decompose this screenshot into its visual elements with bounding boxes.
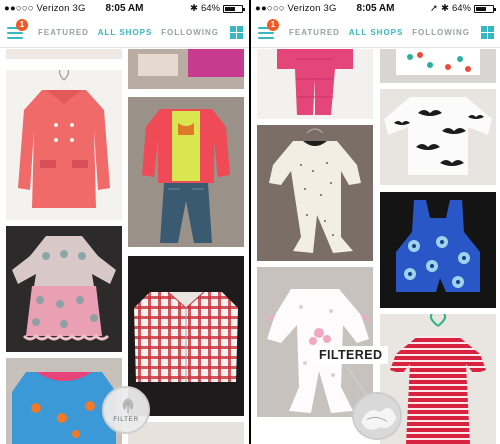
product-tile[interactable] bbox=[380, 49, 496, 83]
product-feed[interactable] bbox=[251, 49, 500, 444]
navbar: 1 FEATURED ALL SHOPS FOLLOWING bbox=[251, 18, 500, 48]
filtered-callout: FILTERED bbox=[313, 346, 389, 364]
grid-view-icon[interactable] bbox=[481, 26, 494, 39]
filter-thumbnail-image bbox=[354, 394, 400, 438]
tab-bar: FEATURED ALL SHOPS FOLLOWING bbox=[289, 28, 470, 37]
battery-fill bbox=[225, 6, 236, 11]
tab-all-shops[interactable]: ALL SHOPS bbox=[349, 28, 404, 37]
battery-percent: 64% bbox=[451, 3, 471, 14]
product-tile[interactable] bbox=[6, 49, 122, 59]
status-bar: ●●○○○ Verizon 3G 8:05 AM ➚ ✱ 64% bbox=[251, 0, 500, 18]
product-tile[interactable] bbox=[257, 267, 373, 417]
notification-badge: 1 bbox=[16, 19, 28, 31]
leaf-icon bbox=[122, 398, 134, 413]
battery-fill bbox=[476, 6, 487, 11]
product-tile[interactable] bbox=[128, 256, 244, 416]
tab-all-shops[interactable]: ALL SHOPS bbox=[98, 28, 153, 37]
product-tile[interactable] bbox=[6, 226, 122, 352]
navbar: 1 FEATURED ALL SHOPS FOLLOWING bbox=[0, 18, 249, 48]
bluetooth-icon: ✱ bbox=[190, 3, 198, 14]
status-bar: ●●○○○ Verizon 3G 8:05 AM ✱ 64% bbox=[0, 0, 249, 18]
status-right: ➚ ✱ 64% bbox=[430, 3, 496, 14]
product-tile[interactable] bbox=[257, 125, 373, 261]
bluetooth-icon: ✱ bbox=[441, 3, 449, 14]
tab-following[interactable]: FOLLOWING bbox=[161, 28, 219, 37]
location-arrow-icon: ➚ bbox=[430, 3, 439, 14]
product-tile[interactable] bbox=[380, 192, 496, 308]
left-screen: ●●○○○ Verizon 3G 8:05 AM ✱ 64% 1 FEATURE… bbox=[0, 0, 249, 444]
tab-featured[interactable]: FEATURED bbox=[38, 28, 89, 37]
grid-view-icon[interactable] bbox=[230, 26, 243, 39]
battery-icon bbox=[474, 4, 496, 13]
tab-following[interactable]: FOLLOWING bbox=[412, 28, 470, 37]
filter-button[interactable]: FILTER bbox=[102, 386, 150, 434]
notification-badge: 1 bbox=[267, 19, 279, 31]
product-tile[interactable] bbox=[128, 422, 244, 444]
tab-featured[interactable]: FEATURED bbox=[289, 28, 340, 37]
filter-label: FILTER bbox=[113, 416, 139, 423]
product-tile[interactable] bbox=[128, 97, 244, 247]
product-tile[interactable] bbox=[128, 49, 244, 89]
right-screen: ●●○○○ Verizon 3G 8:05 AM ➚ ✱ 64% 1 FEATU… bbox=[251, 0, 500, 444]
product-tile[interactable] bbox=[380, 89, 496, 185]
status-right: ✱ 64% bbox=[190, 3, 245, 14]
product-tile[interactable] bbox=[257, 49, 373, 119]
filtered-filter-button[interactable] bbox=[352, 392, 402, 440]
battery-icon bbox=[223, 4, 245, 13]
product-feed[interactable] bbox=[0, 49, 249, 444]
product-tile[interactable] bbox=[6, 70, 122, 220]
tab-bar: FEATURED ALL SHOPS FOLLOWING bbox=[38, 28, 219, 37]
battery-percent: 64% bbox=[200, 3, 220, 14]
